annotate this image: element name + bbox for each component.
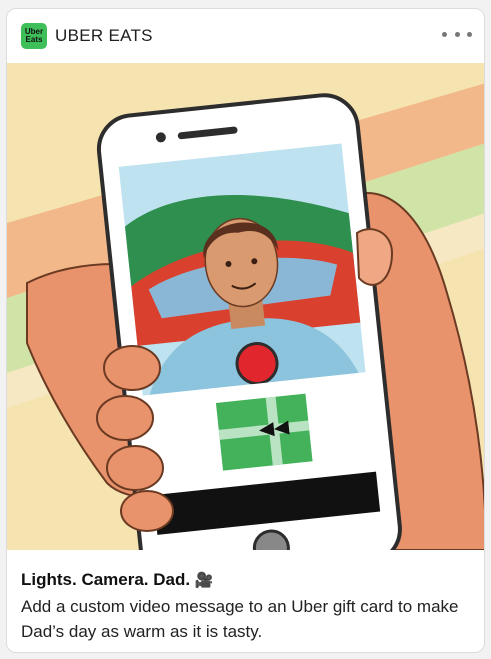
ad-header: Uber Eats UBER EATS [7, 9, 484, 63]
advertiser-name[interactable]: UBER EATS [55, 26, 153, 46]
more-dot-icon [454, 31, 460, 37]
thumb-tip [355, 228, 394, 286]
more-dot-icon [467, 31, 472, 37]
video-camera-icon: 🎥 [194, 572, 214, 589]
ad-illustration[interactable] [7, 63, 485, 550]
more-options-button[interactable] [442, 25, 472, 43]
finger-1 [103, 345, 161, 391]
ad-card[interactable]: Uber Eats UBER EATS Lights. Camera. Dad.… [6, 8, 485, 653]
ad-headline: Lights. Camera. Dad. 🎥 [21, 569, 476, 592]
uber-eats-logo[interactable]: Uber Eats [21, 23, 47, 49]
ad-body-text: Add a custom video message to an Uber gi… [21, 597, 459, 641]
logo-text-eats: Eats [25, 35, 43, 44]
ad-caption: Lights. Camera. Dad. 🎥 Add a custom vide… [21, 569, 476, 644]
headline-text: Lights. Camera. Dad. [21, 570, 191, 589]
finger-2 [96, 395, 154, 441]
finger-3 [106, 445, 164, 491]
more-dot-icon [442, 31, 447, 37]
finger-4 [120, 490, 174, 532]
